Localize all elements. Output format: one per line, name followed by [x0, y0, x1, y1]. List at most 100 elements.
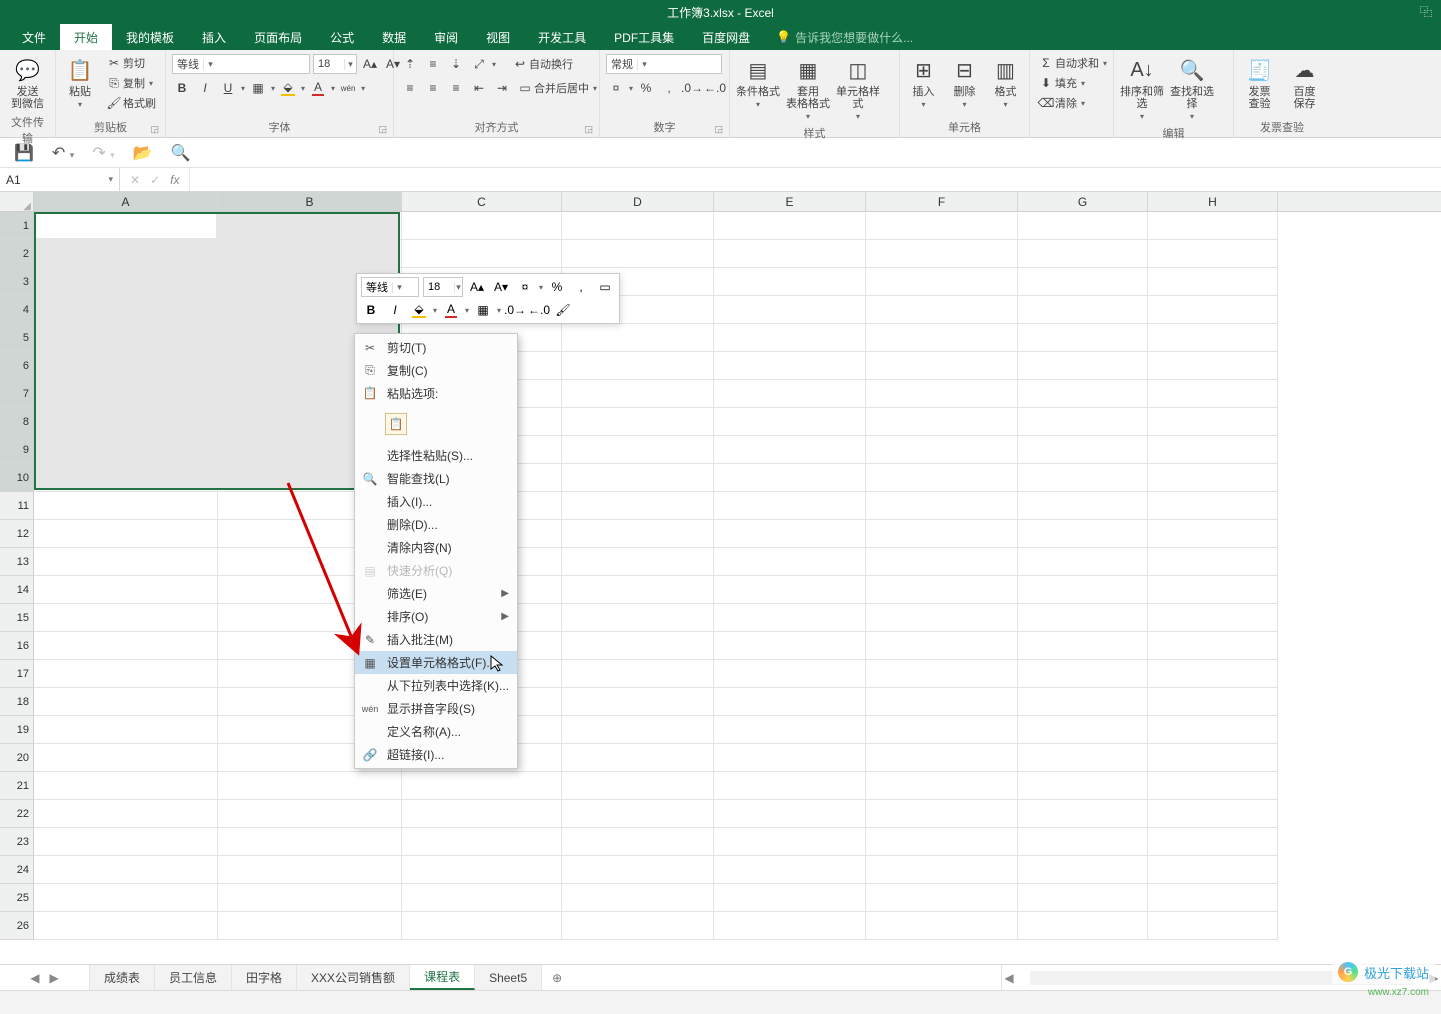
mini-dec-decimal-icon[interactable]: ←.0 — [529, 300, 549, 320]
currency-icon[interactable]: ¤ — [606, 78, 626, 98]
underline-button[interactable]: U — [218, 78, 238, 98]
ribbon-tab-4[interactable]: 页面布局 — [240, 24, 316, 50]
cell[interactable] — [1148, 912, 1278, 940]
cell[interactable] — [218, 856, 402, 884]
cell[interactable] — [562, 604, 714, 632]
cell[interactable] — [562, 660, 714, 688]
cell[interactable] — [1148, 604, 1278, 632]
cell[interactable] — [866, 464, 1018, 492]
cell[interactable] — [1018, 436, 1148, 464]
row-header-4[interactable]: 4 — [0, 296, 33, 324]
cell[interactable] — [34, 492, 218, 520]
cell[interactable] — [714, 520, 866, 548]
mini-currency-icon[interactable]: ¤ — [515, 277, 535, 297]
sheet-tab-2[interactable]: 田字格 — [232, 965, 297, 990]
cell[interactable] — [1148, 632, 1278, 660]
cell[interactable] — [562, 352, 714, 380]
row-header-12[interactable]: 12 — [0, 520, 33, 548]
cell[interactable] — [562, 688, 714, 716]
align-left-icon[interactable]: ≡ — [400, 78, 420, 98]
cell[interactable] — [866, 744, 1018, 772]
cell[interactable] — [1018, 380, 1148, 408]
ctx-item[interactable]: ⎘复制(C) — [355, 359, 517, 382]
cell[interactable] — [218, 800, 402, 828]
cell[interactable] — [1148, 884, 1278, 912]
cell[interactable] — [1018, 268, 1148, 296]
cell[interactable] — [866, 548, 1018, 576]
cell[interactable] — [714, 380, 866, 408]
cell[interactable] — [1018, 212, 1148, 240]
phonetic-button[interactable]: wén — [338, 78, 358, 98]
cell[interactable] — [866, 352, 1018, 380]
wrap-text-button[interactable]: ↩自动换行 — [510, 55, 576, 73]
align-center-icon[interactable]: ≡ — [423, 78, 443, 98]
cell[interactable] — [1018, 604, 1148, 632]
spreadsheet-grid[interactable]: ABCDEFGH 1234567891011121314151617181920… — [0, 192, 1441, 940]
row-header-10[interactable]: 10 — [0, 464, 33, 492]
window-restore-icon[interactable]: ⿻ — [1417, 2, 1435, 20]
add-sheet-button[interactable]: ⊕ — [542, 965, 572, 990]
cell[interactable] — [1148, 268, 1278, 296]
cell[interactable] — [1148, 856, 1278, 884]
row-header-15[interactable]: 15 — [0, 604, 33, 632]
cell[interactable] — [1148, 548, 1278, 576]
sheet-tab-1[interactable]: 员工信息 — [155, 965, 232, 990]
redo-button[interactable]: ↷ ▾ — [92, 143, 114, 163]
clear-button[interactable]: ⌫清除▾ — [1036, 94, 1110, 112]
cell[interactable] — [1148, 212, 1278, 240]
cell[interactable] — [1018, 688, 1148, 716]
cell[interactable] — [866, 296, 1018, 324]
cell[interactable] — [714, 548, 866, 576]
border-button[interactable]: ▦ — [248, 78, 268, 98]
dec-decimal-icon[interactable]: ←.0 — [705, 78, 725, 98]
cell[interactable] — [714, 492, 866, 520]
row-header-20[interactable]: 20 — [0, 744, 33, 772]
cell[interactable] — [866, 716, 1018, 744]
col-header-H[interactable]: H — [1148, 192, 1278, 211]
indent-dec-icon[interactable]: ⇤ — [469, 78, 489, 98]
col-header-A[interactable]: A — [34, 192, 218, 211]
cell[interactable] — [866, 604, 1018, 632]
cell[interactable] — [866, 380, 1018, 408]
cell[interactable] — [866, 828, 1018, 856]
cell[interactable] — [714, 464, 866, 492]
cell[interactable] — [218, 912, 402, 940]
cell[interactable] — [1018, 884, 1148, 912]
cell[interactable] — [1148, 744, 1278, 772]
inc-decimal-icon[interactable]: .0→ — [682, 78, 702, 98]
cell[interactable] — [714, 828, 866, 856]
row-header-1[interactable]: 1 — [0, 212, 33, 240]
mini-decrease-font-icon[interactable]: A▾ — [491, 277, 511, 297]
cell[interactable] — [1018, 352, 1148, 380]
cell[interactable] — [1148, 464, 1278, 492]
cell[interactable] — [34, 520, 218, 548]
ribbon-tab-3[interactable]: 插入 — [188, 24, 240, 50]
sheet-next-icon[interactable]: ▶ — [50, 971, 59, 985]
col-header-G[interactable]: G — [1018, 192, 1148, 211]
cell[interactable] — [34, 856, 218, 884]
font-size-combo[interactable]: 18▾ — [313, 54, 357, 74]
cell[interactable] — [1018, 856, 1148, 884]
col-header-E[interactable]: E — [714, 192, 866, 211]
cell[interactable] — [714, 800, 866, 828]
cell[interactable] — [402, 212, 562, 240]
row-header-5[interactable]: 5 — [0, 324, 33, 352]
cell[interactable] — [714, 716, 866, 744]
row-header-22[interactable]: 22 — [0, 800, 33, 828]
row-header-11[interactable]: 11 — [0, 492, 33, 520]
cell[interactable] — [1148, 436, 1278, 464]
cell[interactable] — [1018, 660, 1148, 688]
cell[interactable] — [402, 912, 562, 940]
cell[interactable] — [34, 688, 218, 716]
cell[interactable] — [562, 716, 714, 744]
mini-percent-icon[interactable]: % — [547, 277, 567, 297]
cell[interactable] — [1018, 912, 1148, 940]
ctx-item[interactable]: ✎插入批注(M) — [355, 628, 517, 651]
cell[interactable] — [1148, 716, 1278, 744]
mini-italic-button[interactable]: I — [385, 300, 405, 320]
row-header-16[interactable]: 16 — [0, 632, 33, 660]
cell[interactable] — [1148, 240, 1278, 268]
cell[interactable] — [714, 856, 866, 884]
mini-merge-icon[interactable]: ▭ — [595, 277, 615, 297]
cell[interactable] — [562, 492, 714, 520]
